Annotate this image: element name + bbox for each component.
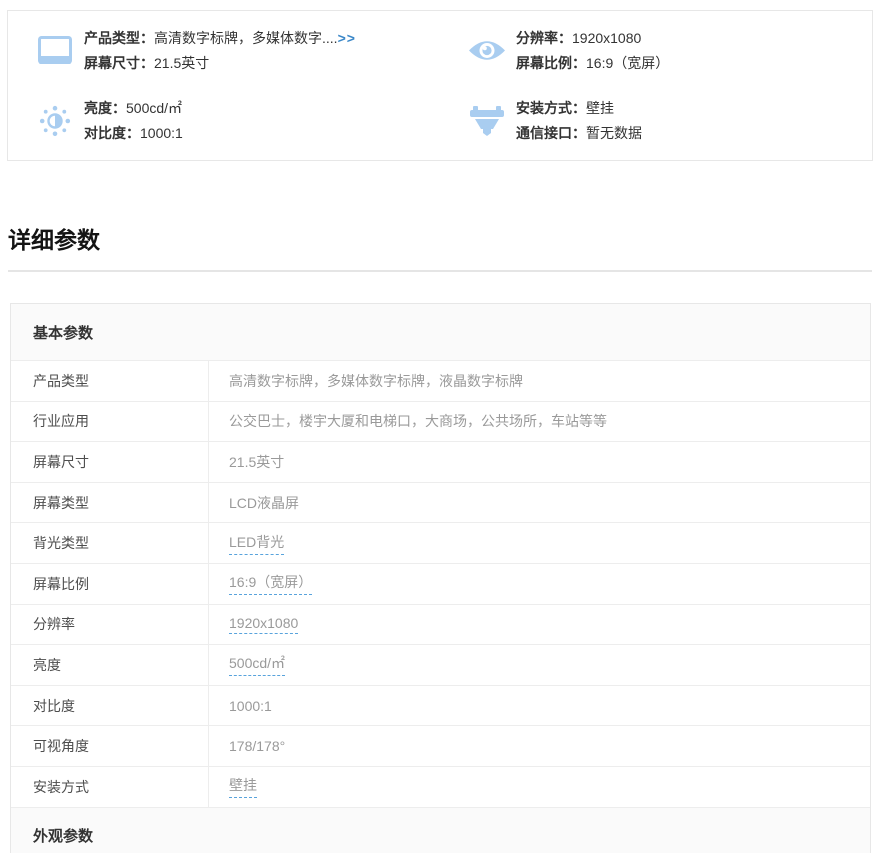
value-text: 21.5英寸 <box>229 452 284 472</box>
vga-connector-icon <box>468 106 506 136</box>
row-value: LED背光 <box>209 523 870 563</box>
spec-value: 500cd/㎡ <box>126 100 182 116</box>
value-link[interactable]: LED背光 <box>229 532 284 555</box>
table-row: 对比度 1000:1 <box>11 685 870 726</box>
table-row: 安装方式 壁挂 <box>11 766 870 807</box>
spec-value: 16:9（宽屏） <box>586 55 669 71</box>
quick-spec-line: 屏幕比例：16:9（宽屏） <box>516 51 669 76</box>
table-group-header-appearance: 外观参数 <box>11 807 870 853</box>
row-label: 背光类型 <box>11 523 209 563</box>
value-text: 1000:1 <box>229 698 272 714</box>
quick-spec-card: 产品类型：高清数字标牌，多媒体数字....>> 屏幕尺寸：21.5英寸 分辨率：… <box>7 10 873 161</box>
row-label: 亮度 <box>11 645 209 685</box>
row-value: 500cd/㎡ <box>209 645 870 685</box>
row-label: 屏幕比例 <box>11 564 209 604</box>
table-row: 可视角度 178/178° <box>11 725 870 766</box>
table-row: 背光类型 LED背光 <box>11 522 870 563</box>
quick-spec-line: 亮度：500cd/㎡ <box>84 96 183 121</box>
quick-spec-line: 分辨率：1920x1080 <box>516 26 669 51</box>
row-label: 安装方式 <box>11 767 209 807</box>
page-title: 详细参数 <box>8 221 880 255</box>
spec-value: 暂无数据 <box>586 125 642 141</box>
more-link[interactable]: >> <box>338 30 356 46</box>
row-label: 屏幕类型 <box>11 483 209 523</box>
quick-spec-item-mount: 安装方式：壁挂 通信接口：暂无数据 <box>440 96 872 146</box>
spec-label: 分辨率： <box>516 30 572 46</box>
row-value: LCD液晶屏 <box>209 483 870 523</box>
table-row: 亮度 500cd/㎡ <box>11 644 870 685</box>
eye-icon <box>468 38 506 63</box>
spec-label: 屏幕尺寸： <box>84 55 154 71</box>
table-row: 行业应用 公交巴士，楼宇大厦和电梯口，大商场，公共场所，车站等等 <box>11 401 870 442</box>
quick-spec-item-brightness: 亮度：500cd/㎡ 对比度：1000:1 <box>8 96 440 146</box>
monitor-icon <box>36 36 74 65</box>
row-value: 1920x1080 <box>209 605 870 645</box>
spec-value: 高清数字标牌，多媒体数字.... <box>154 30 338 46</box>
quick-spec-line: 屏幕尺寸：21.5英寸 <box>84 51 356 76</box>
spec-label: 产品类型： <box>84 30 154 46</box>
row-label: 分辨率 <box>11 605 209 645</box>
spec-value: 21.5英寸 <box>154 55 209 71</box>
value-link[interactable]: 16:9（宽屏） <box>229 572 312 595</box>
table-row: 屏幕尺寸 21.5英寸 <box>11 441 870 482</box>
quick-spec-line: 通信接口：暂无数据 <box>516 121 642 146</box>
spec-value: 1920x1080 <box>572 30 641 46</box>
table-row: 分辨率 1920x1080 <box>11 604 870 645</box>
value-link[interactable]: 壁挂 <box>229 775 257 798</box>
row-value: 高清数字标牌，多媒体数字标牌，液晶数字标牌 <box>209 361 870 401</box>
row-label: 可视角度 <box>11 726 209 766</box>
row-label: 对比度 <box>11 686 209 726</box>
row-value: 178/178° <box>209 726 870 766</box>
quick-spec-line: 产品类型：高清数字标牌，多媒体数字....>> <box>84 26 356 51</box>
value-text: 高清数字标牌，多媒体数字标牌，液晶数字标牌 <box>229 371 523 391</box>
row-label: 屏幕尺寸 <box>11 442 209 482</box>
brightness-icon <box>36 105 74 137</box>
row-value: 16:9（宽屏） <box>209 564 870 604</box>
spec-label: 对比度： <box>84 125 140 141</box>
row-value: 公交巴士，楼宇大厦和电梯口，大商场，公共场所，车站等等 <box>209 402 870 442</box>
spec-value: 壁挂 <box>586 100 614 116</box>
spec-label: 通信接口： <box>516 125 586 141</box>
quick-spec-item-product-type: 产品类型：高清数字标牌，多媒体数字....>> 屏幕尺寸：21.5英寸 <box>8 26 440 76</box>
value-text: 公交巴士，楼宇大厦和电梯口，大商场，公共场所，车站等等 <box>229 411 607 431</box>
row-value: 21.5英寸 <box>209 442 870 482</box>
divider <box>8 270 872 272</box>
value-text: LCD液晶屏 <box>229 493 299 513</box>
row-label: 产品类型 <box>11 361 209 401</box>
spec-label: 屏幕比例： <box>516 55 586 71</box>
quick-spec-item-resolution: 分辨率：1920x1080 屏幕比例：16:9（宽屏） <box>440 26 872 76</box>
table-row: 屏幕比例 16:9（宽屏） <box>11 563 870 604</box>
row-value: 1000:1 <box>209 686 870 726</box>
value-link[interactable]: 500cd/㎡ <box>229 653 285 676</box>
spec-table: 基本参数 产品类型 高清数字标牌，多媒体数字标牌，液晶数字标牌 行业应用 公交巴… <box>10 303 871 853</box>
value-link[interactable]: 1920x1080 <box>229 615 298 634</box>
spec-value: 1000:1 <box>140 125 183 141</box>
spec-label: 安装方式： <box>516 100 586 116</box>
quick-spec-line: 安装方式：壁挂 <box>516 96 642 121</box>
quick-spec-line: 对比度：1000:1 <box>84 121 183 146</box>
row-label: 行业应用 <box>11 402 209 442</box>
table-group-header-basic: 基本参数 <box>11 304 870 360</box>
table-row: 产品类型 高清数字标牌，多媒体数字标牌，液晶数字标牌 <box>11 360 870 401</box>
row-value: 壁挂 <box>209 767 870 807</box>
spec-label: 亮度： <box>84 100 126 116</box>
table-row: 屏幕类型 LCD液晶屏 <box>11 482 870 523</box>
value-text: 178/178° <box>229 738 285 754</box>
